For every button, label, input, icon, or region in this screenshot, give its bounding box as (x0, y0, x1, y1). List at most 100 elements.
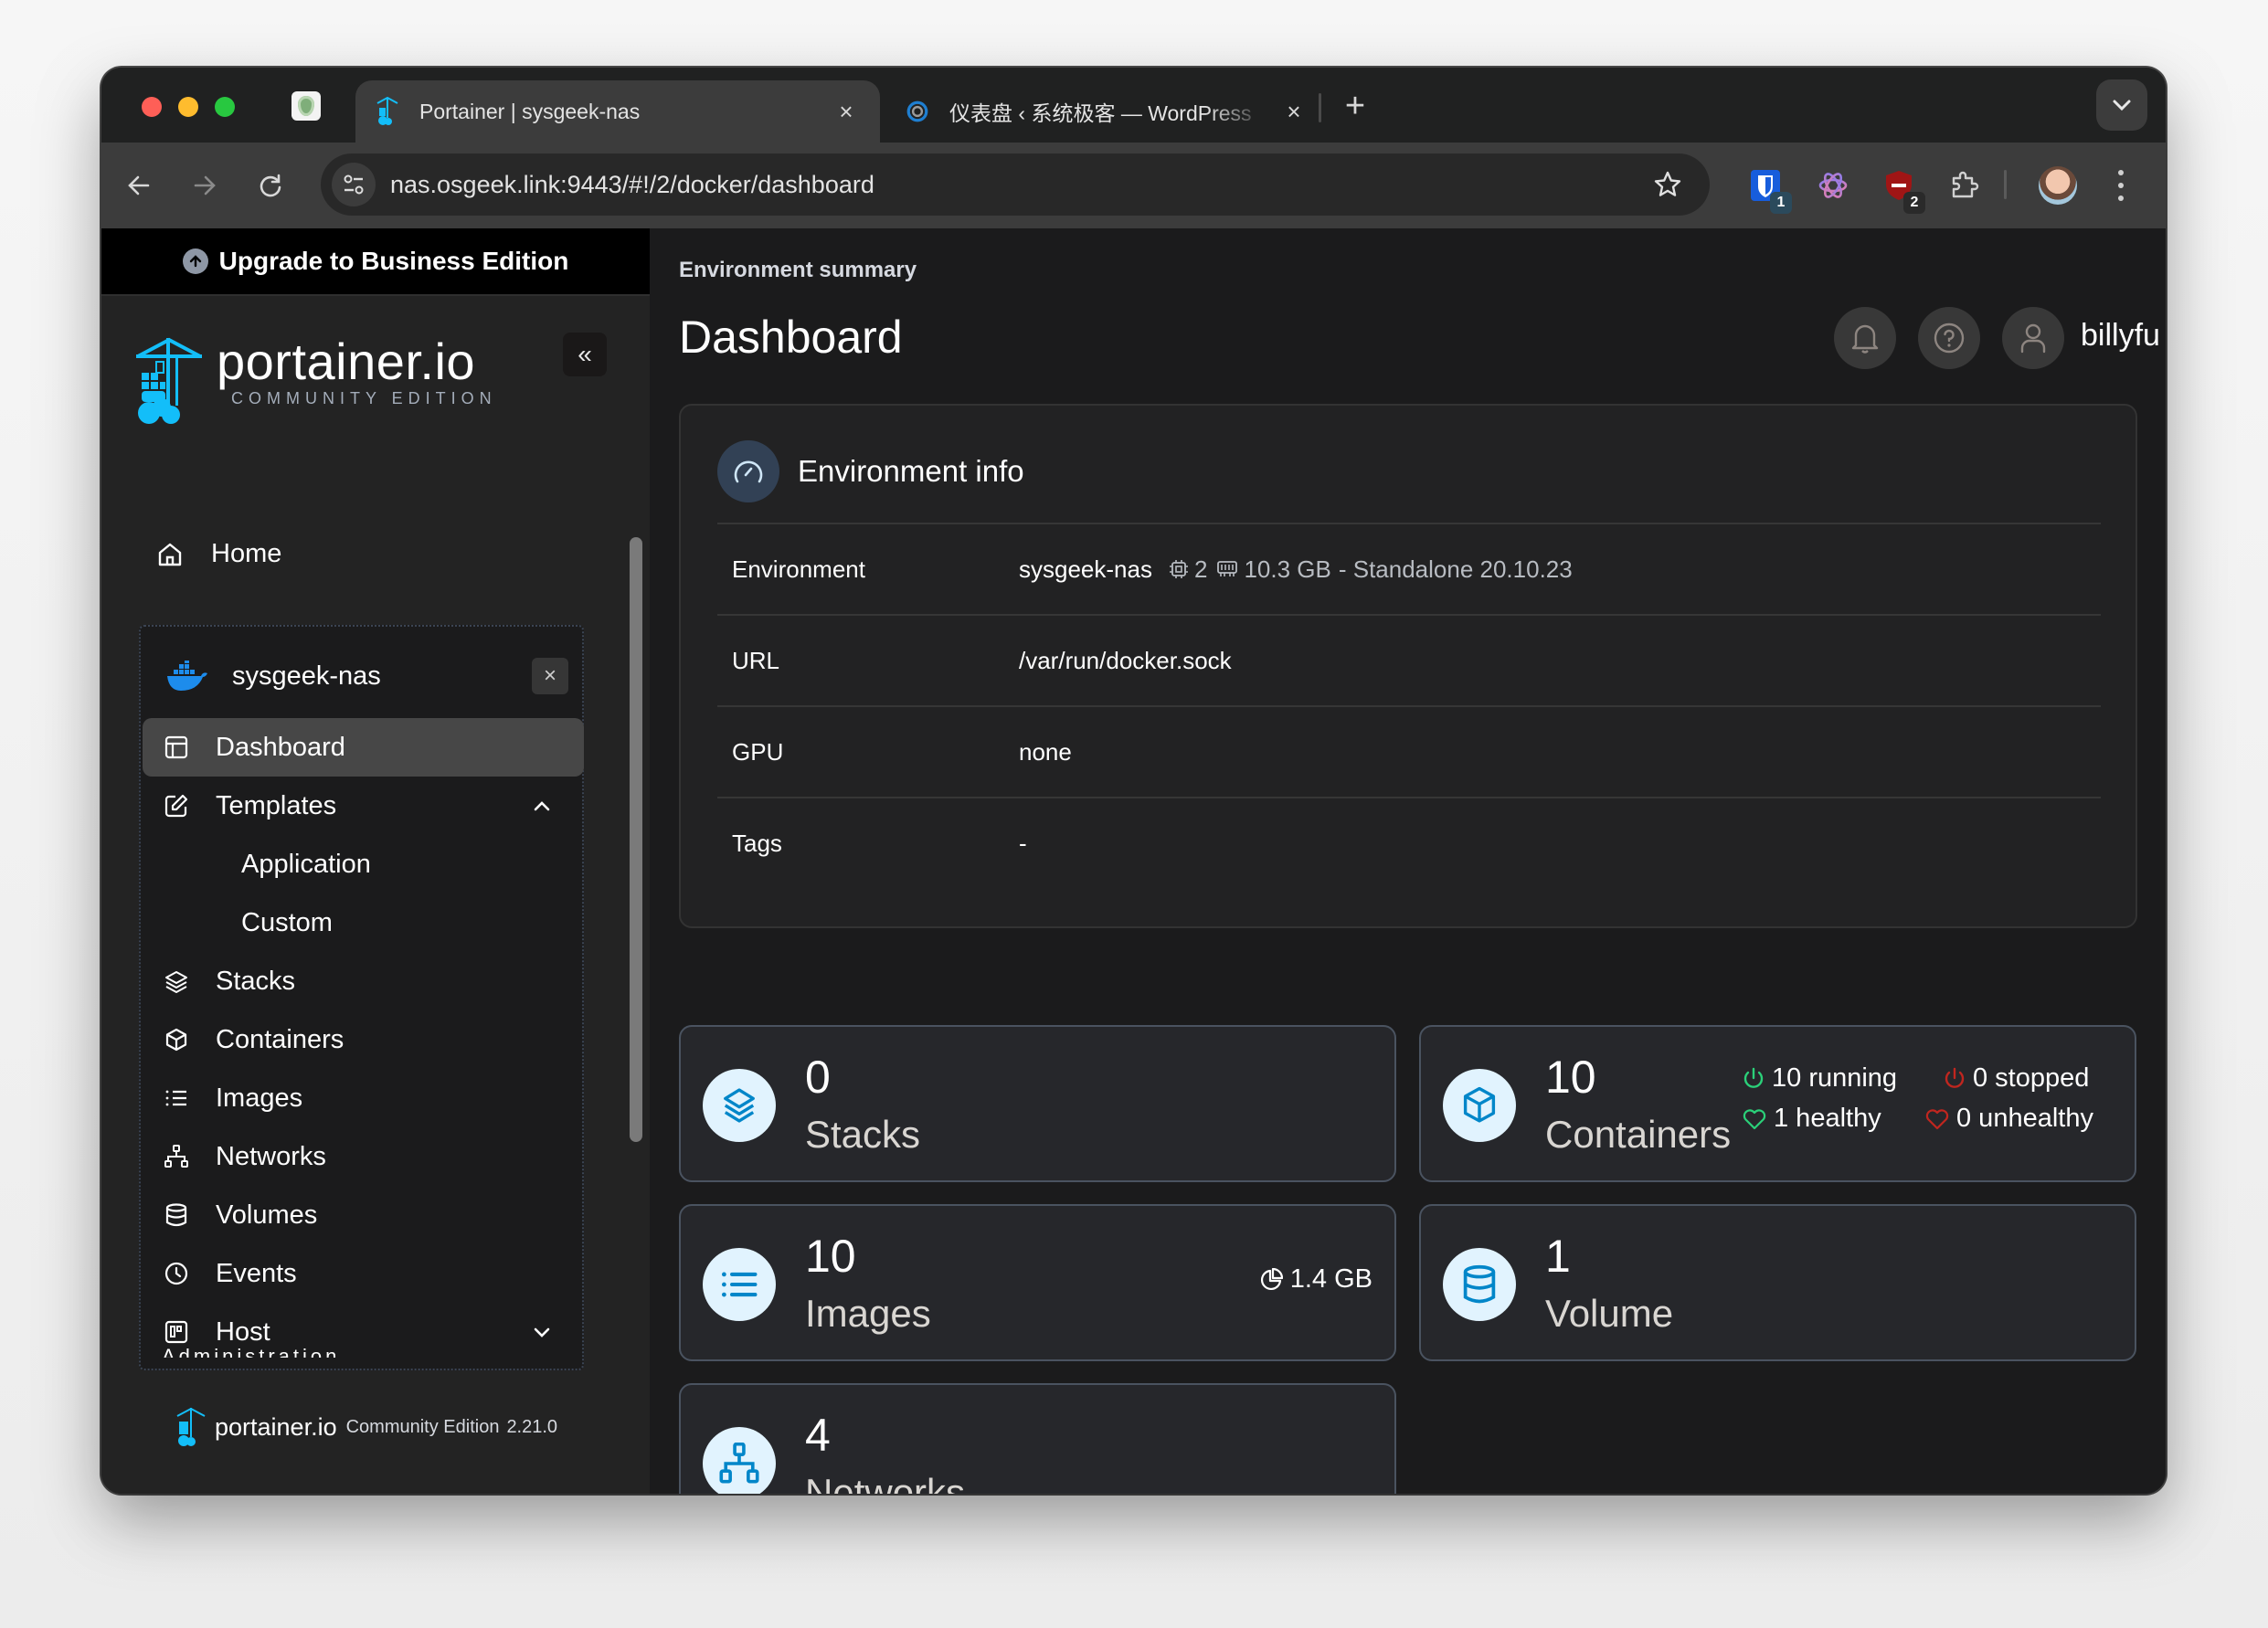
reload-button[interactable] (248, 163, 293, 208)
back-button[interactable] (116, 163, 162, 208)
browser-toolbar: nas.osgeek.link:9443/#!/2/docker/dashboa… (101, 143, 2166, 228)
sidebar-item-home[interactable]: Home (156, 539, 281, 569)
sidebar-item-events[interactable]: Events (143, 1244, 584, 1303)
extension-shield[interactable]: 2 (1876, 163, 1925, 214)
pinned-tab[interactable] (291, 91, 321, 121)
containers-card[interactable]: 10 Containers 10 running 0 stopped 1 hea… (1419, 1025, 2136, 1182)
volumes-count: 1 (1545, 1231, 1571, 1282)
tab-close-button[interactable]: × (832, 98, 860, 125)
power-icon (1743, 1067, 1764, 1088)
unhealthy-status[interactable]: 0 unhealthy (1925, 1104, 2093, 1134)
sidebar-item-label: Templates (216, 790, 337, 820)
username[interactable]: billyfu (2081, 318, 2160, 354)
browser-menu-button[interactable] (2112, 166, 2130, 205)
sidebar-item-templates[interactable]: Templates (143, 777, 584, 835)
site-info-button[interactable] (332, 163, 376, 206)
list-icon (703, 1248, 776, 1321)
portainer-brand[interactable]: portainer.io COMMUNITY EDITION (136, 336, 497, 426)
env-key: Environment (732, 555, 865, 583)
stopped-status[interactable]: 0 stopped (1944, 1063, 2089, 1094)
extensions-menu-button[interactable] (1942, 163, 1987, 208)
portainer-logo-icon (136, 337, 202, 424)
minimize-window-button[interactable] (178, 97, 198, 117)
host-icon (164, 1320, 188, 1344)
sidebar-item-containers[interactable]: Containers (143, 1010, 584, 1069)
sidebar-item-networks[interactable]: Networks (143, 1127, 584, 1186)
volumes-label: Volume (1545, 1292, 1674, 1335)
extension-bitwarden[interactable]: 1 (1743, 163, 1792, 214)
cpu-icon (1169, 560, 1188, 578)
user-avatar-button[interactable] (2002, 307, 2064, 369)
heart-icon (1743, 1108, 1766, 1129)
env-key: URL (732, 646, 780, 674)
images-label: Images (805, 1292, 931, 1335)
tab-close-button[interactable]: × (1280, 98, 1308, 125)
bookmark-button[interactable] (1646, 163, 1690, 206)
url-text[interactable]: nas.osgeek.link:9443/#!/2/docker/dashboa… (390, 171, 1646, 199)
profile-avatar[interactable] (2039, 166, 2077, 205)
page-title: Dashboard (679, 312, 903, 363)
tab-portainer[interactable]: Portainer | sysgeek-nas × (355, 80, 880, 143)
cpu-count: 2 (1193, 555, 1208, 583)
forward-button[interactable] (182, 163, 228, 208)
sidebar-item-label: Stacks (216, 966, 296, 996)
volumes-card[interactable]: 1 Volume (1419, 1204, 2136, 1361)
layers-icon (165, 971, 187, 993)
list-icon (165, 1090, 186, 1106)
help-button[interactable] (1918, 307, 1980, 369)
sidebar-item-volumes[interactable]: Volumes (143, 1186, 584, 1244)
address-bar[interactable]: nas.osgeek.link:9443/#!/2/docker/dashboa… (321, 153, 1710, 216)
arrow-left-icon (128, 175, 150, 196)
tab-wordpress[interactable]: 仪表盘 ‹ 系统极客 — WordPress × (896, 80, 1317, 143)
sidebar-item-application[interactable]: Application (143, 835, 584, 893)
sidebar-item-label: Home (211, 539, 282, 568)
clear-environment-button[interactable]: × (532, 658, 568, 694)
gauge-icon (717, 440, 779, 502)
database-icon (1443, 1248, 1516, 1321)
box-icon (165, 1028, 187, 1052)
sidebar-item-label: Volumes (216, 1200, 318, 1230)
box-icon (1443, 1069, 1516, 1142)
sidebar-item-stacks[interactable]: Stacks (143, 952, 584, 1010)
tab-search-button[interactable] (2096, 79, 2147, 131)
clock-icon (164, 1262, 188, 1285)
upgrade-banner[interactable]: Upgrade to Business Edition (101, 228, 650, 296)
chevron-down-icon[interactable] (531, 1321, 553, 1343)
extension-chatgpt[interactable] (1810, 163, 1856, 208)
sidebar-item-images[interactable]: Images (143, 1069, 584, 1127)
networks-card[interactable]: 4 Networks (679, 1383, 1396, 1494)
sidebar-item-custom[interactable]: Custom (143, 893, 584, 952)
brand-edition: COMMUNITY EDITION (231, 389, 497, 407)
user-icon (2020, 323, 2046, 354)
sidebar-item-label: Dashboard (216, 732, 345, 762)
puzzle-icon (1952, 171, 1979, 198)
chevron-up-icon[interactable] (531, 795, 553, 817)
stacks-card[interactable]: 0 Stacks (679, 1025, 1396, 1182)
stacks-count: 0 (805, 1052, 831, 1103)
running-status[interactable]: 10 running (1743, 1063, 1897, 1094)
env-row-tags: Tags - (717, 797, 2101, 888)
healthy-status[interactable]: 1 healthy (1743, 1104, 1881, 1134)
arrow-up-circle-icon (182, 248, 208, 274)
sidebar-item-label: Images (216, 1083, 303, 1113)
tab-title: 仪表盘 ‹ 系统极客 — WordPress (949, 101, 1252, 125)
images-count: 10 (805, 1231, 856, 1282)
star-icon (1654, 171, 1681, 196)
images-card[interactable]: 10 Images 1.4 GB (679, 1204, 1396, 1361)
docker-icon (167, 661, 207, 691)
layers-icon (703, 1069, 776, 1142)
sidebar-scrollbar[interactable] (630, 537, 642, 1142)
database-icon (165, 1203, 187, 1227)
collapse-sidebar-button[interactable]: « (563, 333, 607, 376)
new-tab-button[interactable]: + (1335, 86, 1375, 126)
env-row-gpu: GPU none (717, 705, 2101, 797)
network-icon (703, 1427, 776, 1494)
power-icon (1945, 1067, 1965, 1088)
env-value: none (1019, 737, 1072, 766)
close-window-button[interactable] (142, 97, 162, 117)
sidebar-item-dashboard[interactable]: Dashboard (143, 718, 584, 777)
env-mode: - Standalone 20.10.23 (1338, 555, 1573, 583)
maximize-window-button[interactable] (215, 97, 235, 117)
notifications-button[interactable] (1834, 307, 1896, 369)
wordpress-site-icon (906, 100, 928, 122)
